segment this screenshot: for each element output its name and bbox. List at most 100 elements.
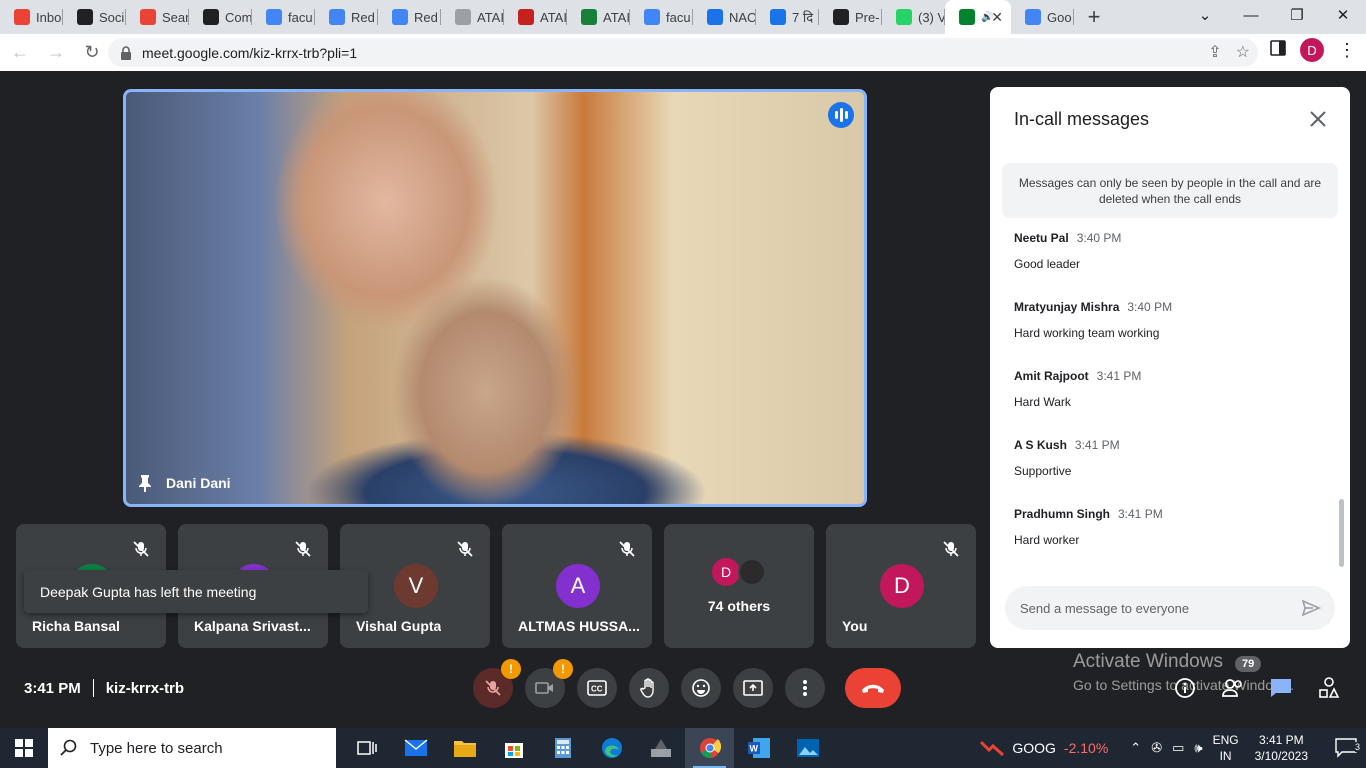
people-icon[interactable] (1220, 675, 1246, 701)
browser-tab[interactable]: (3) V (882, 0, 945, 34)
chrome-icon[interactable] (685, 728, 734, 768)
calculator-icon[interactable] (538, 728, 587, 768)
gmail-icon (14, 9, 30, 25)
others-tile[interactable]: D 74 others (664, 524, 814, 648)
browser-tab[interactable]: NAC (693, 0, 756, 34)
pin-icon[interactable] (138, 474, 152, 492)
task-view-icon[interactable] (342, 728, 391, 768)
windows-start-button[interactable] (0, 728, 48, 768)
message-time: 3:40 PM (1076, 231, 1122, 245)
message-text: Supportive (1014, 464, 1072, 478)
self-name: You (842, 618, 868, 634)
chevron-up-icon[interactable]: ⌃ (1130, 740, 1141, 756)
tab-label: Pre- (855, 9, 880, 25)
participant-tile[interactable]: A ALTMAS HUSSA... (502, 524, 652, 648)
url-text: meet.google.com/kiz-krrx-trb?pli=1 (142, 44, 358, 61)
address-bar[interactable]: meet.google.com/kiz-krrx-trb?pli=1 ⇪ ☆ (108, 38, 1258, 67)
activities-icon[interactable] (1316, 675, 1342, 701)
google-icon (1025, 9, 1041, 25)
browser-tab[interactable]: facu (252, 0, 315, 34)
vpn-app-icon[interactable] (636, 728, 685, 768)
notification-center-icon[interactable]: 3 (1326, 738, 1366, 758)
browser-menu-icon[interactable]: ⋮ (1338, 40, 1356, 61)
message-sender: A S Kush (1014, 438, 1067, 452)
minimize-button[interactable]: — (1228, 0, 1274, 30)
search-icon (60, 739, 77, 756)
network-icon[interactable]: ▭ (1172, 740, 1184, 756)
more-options-button[interactable] (785, 668, 825, 708)
browser-tab[interactable]: ATAI (441, 0, 504, 34)
tab-label: facu (666, 9, 691, 25)
message-text: Hard working team working (1014, 326, 1160, 340)
chat-icon[interactable] (1268, 675, 1294, 701)
photos-icon[interactable] (783, 728, 832, 768)
browser-tab[interactable]: ATAI (504, 0, 567, 34)
browser-tab[interactable]: Sear (126, 0, 189, 34)
tab-active[interactable]: 🔊 ✕ (945, 0, 1011, 34)
browser-tab[interactable]: 7 दि (756, 0, 819, 34)
language-indicator[interactable]: ENG IN (1213, 732, 1239, 764)
mail-icon[interactable] (391, 728, 440, 768)
camera-toggle-button[interactable]: ! (525, 659, 573, 708)
file-explorer-icon[interactable] (440, 728, 489, 768)
browser-tab[interactable]: ATAI (567, 0, 630, 34)
store-icon[interactable] (489, 728, 538, 768)
info-icon[interactable] (1172, 675, 1198, 701)
g-icon (203, 9, 219, 25)
emoji-button[interactable] (681, 668, 721, 708)
message-input[interactable] (1020, 600, 1280, 616)
chat-scrollbar[interactable] (1339, 499, 1344, 567)
new-tab-button[interactable]: + (1074, 0, 1114, 34)
mic-toggle-button[interactable]: ! (473, 659, 521, 708)
volume-icon[interactable]: 🕪 (1194, 740, 1202, 756)
camera-off-icon (535, 682, 553, 694)
present-button[interactable] (733, 668, 773, 708)
side-panel-icon[interactable] (1270, 39, 1286, 61)
chat-message: Pradhumn Singh 3:41 PM Hard worker (1014, 507, 1324, 576)
word-icon[interactable]: W (734, 728, 783, 768)
share-icon[interactable]: ⇪ (1208, 42, 1221, 62)
message-sender: Pradhumn Singh (1014, 507, 1110, 521)
self-tile[interactable]: D You (826, 524, 976, 648)
region-code: IN (1219, 749, 1232, 763)
message-sender: Mratyunjay Mishra (1014, 300, 1120, 314)
browser-tab[interactable]: Inbo (0, 0, 63, 34)
camera-warning-badge: ! (553, 659, 573, 679)
browser-tab[interactable]: Com (189, 0, 252, 34)
reload-button[interactable]: ↻ (76, 37, 108, 69)
shield-icon (581, 9, 597, 25)
browser-tab[interactable]: Red (378, 0, 441, 34)
close-window-button[interactable]: ✕ (1320, 0, 1366, 30)
security-icon[interactable]: ✇ (1151, 740, 1162, 756)
close-icon[interactable] (1306, 107, 1330, 131)
browser-tab[interactable]: Soci (63, 0, 126, 34)
taskbar-search[interactable]: Type here to search (48, 728, 336, 768)
main-speaker-video[interactable]: Dani Dani (123, 89, 867, 507)
message-text: Good leader (1014, 257, 1081, 271)
tab-close-icon[interactable]: ✕ (991, 9, 1003, 26)
leave-call-button[interactable] (845, 668, 901, 708)
participant-name: ALTMAS HUSSA... (518, 618, 640, 634)
browser-tab[interactable]: facu (630, 0, 693, 34)
browser-tab[interactable]: Red (315, 0, 378, 34)
taskbar-clock[interactable]: 3:41 PM 3/10/2023 (1255, 732, 1308, 764)
back-button[interactable]: ← (4, 37, 36, 69)
forward-button[interactable]: → (40, 37, 72, 69)
browser-tab[interactable]: Goo (1011, 0, 1074, 34)
send-icon[interactable] (1301, 598, 1321, 618)
browser-tab[interactable]: Pre- (819, 0, 882, 34)
tab-search-icon[interactable]: ⌄ (1182, 0, 1228, 30)
participant-name: Richa Bansal (32, 618, 120, 634)
participant-name: Vishal Gupta (356, 618, 442, 634)
captions-button[interactable]: CC (577, 668, 617, 708)
message-time: 3:40 PM (1127, 300, 1173, 314)
edge-icon[interactable] (587, 728, 636, 768)
stock-widget[interactable]: GOOG -2.10% (980, 740, 1108, 756)
restore-button[interactable]: ❐ (1274, 0, 1320, 30)
tab-label: Red (414, 9, 438, 25)
notification-toast: Deepak Gupta has left the meeting (24, 570, 368, 613)
profile-avatar[interactable]: D (1300, 38, 1324, 62)
raise-hand-button[interactable] (629, 668, 669, 708)
bookmark-star-icon[interactable]: ☆ (1236, 42, 1250, 62)
panel-title: In-call messages (1014, 109, 1150, 129)
